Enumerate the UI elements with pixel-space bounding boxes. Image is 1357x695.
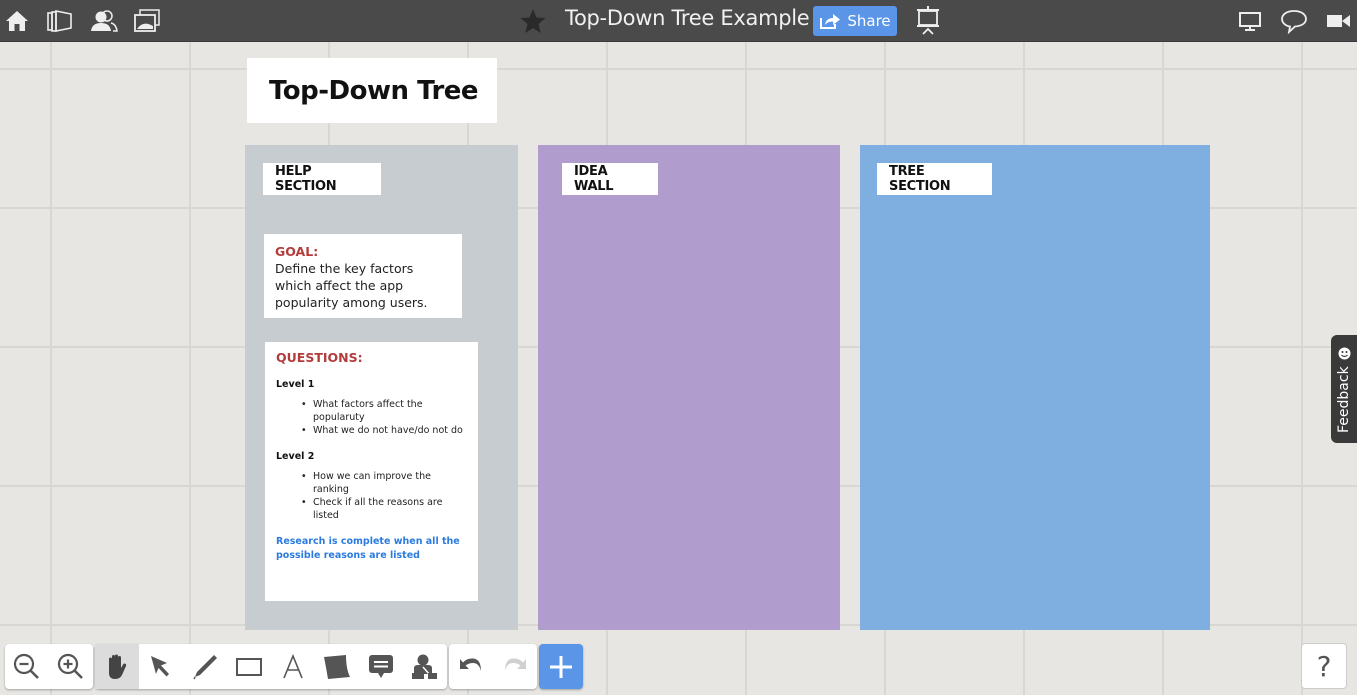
rectangle-icon: [236, 657, 262, 676]
arrow-cursor-icon: [151, 655, 169, 676]
screen-share-icon[interactable]: [1236, 7, 1264, 35]
org-chart-tool[interactable]: [403, 644, 447, 689]
comment-tool[interactable]: [359, 644, 403, 689]
video-icon[interactable]: [1324, 7, 1352, 35]
home-icon[interactable]: [3, 7, 31, 35]
zoom-toolbar: [5, 644, 93, 689]
redo-button[interactable]: [493, 644, 537, 689]
goal-card[interactable]: GOAL: Define the key factors which affec…: [264, 234, 462, 318]
pen-tool[interactable]: [183, 644, 227, 689]
comment-icon: [369, 654, 393, 678]
feedback-label: Feedback: [1336, 366, 1352, 433]
plus-icon: [550, 655, 572, 678]
list-item: What we do not have/do not do: [301, 424, 467, 437]
text-tool[interactable]: [271, 644, 315, 689]
share-icon: [820, 14, 841, 29]
rectangle-tool[interactable]: [227, 644, 271, 689]
idea-wall-label: IDEA WALL: [562, 163, 658, 195]
level-2-list: How we can improve the ranking Check if …: [301, 470, 467, 522]
board-title-card[interactable]: Top-Down Tree: [247, 58, 497, 123]
contacts-icon[interactable]: [90, 7, 118, 35]
presentation-icon[interactable]: [914, 6, 942, 35]
sticky-note-tool[interactable]: [315, 644, 359, 689]
zoom-in-icon: [57, 653, 83, 679]
share-label: Share: [847, 12, 891, 30]
level-2-title: Level 2: [276, 451, 315, 462]
completion-note: Research is complete when all the possib…: [276, 536, 460, 561]
document-title[interactable]: Top-Down Tree Example: [565, 6, 810, 30]
favorite-star-icon[interactable]: [518, 6, 548, 36]
smiley-icon: [1338, 347, 1351, 360]
questions-heading: QUESTIONS:: [276, 350, 363, 365]
help-section-label: HELP SECTION: [263, 163, 381, 195]
hand-tool[interactable]: [95, 644, 139, 689]
share-button[interactable]: Share: [813, 6, 897, 36]
redo-icon: [505, 657, 526, 671]
boards-icon[interactable]: [46, 7, 74, 35]
chat-icon[interactable]: [1280, 7, 1308, 35]
undo-button[interactable]: [449, 644, 493, 689]
history-toolbar: [449, 644, 537, 689]
add-button[interactable]: [539, 644, 583, 689]
level-1-title: Level 1: [276, 379, 315, 390]
level-1-list: What factors affect the popularuty What …: [301, 398, 467, 437]
sticky-note-icon: [324, 654, 350, 679]
org-chart-icon: [412, 654, 437, 679]
select-tool[interactable]: [139, 644, 183, 689]
zoom-out-icon: [13, 653, 39, 679]
pen-icon: [193, 654, 217, 679]
zoom-out-button[interactable]: [5, 644, 49, 689]
help-button[interactable]: ?: [1301, 643, 1347, 689]
goal-heading: GOAL:: [275, 244, 319, 259]
idea-wall-section[interactable]: IDEA WALL: [538, 145, 840, 630]
gallery-icon[interactable]: [133, 7, 161, 35]
text-icon: [283, 653, 303, 678]
tree-section-label: TREE SECTION: [877, 163, 992, 195]
goal-text: Define the key factors which affect the …: [275, 261, 428, 310]
list-item: Check if all the reasons are listed: [301, 496, 467, 522]
zoom-in-button[interactable]: [49, 644, 93, 689]
list-item: What factors affect the popularuty: [301, 398, 467, 424]
tree-section[interactable]: TREE SECTION: [860, 145, 1210, 630]
questions-card[interactable]: QUESTIONS: Level 1 What factors affect t…: [265, 342, 478, 601]
hand-icon: [109, 654, 127, 679]
tools-toolbar: [95, 644, 447, 689]
list-item: How we can improve the ranking: [301, 470, 467, 496]
top-bar: Top-Down Tree Example Share: [0, 0, 1357, 42]
board-title: Top-Down Tree: [269, 75, 479, 106]
undo-icon: [460, 657, 481, 671]
help-label: ?: [1316, 649, 1332, 683]
feedback-tab[interactable]: Feedback: [1331, 335, 1357, 443]
